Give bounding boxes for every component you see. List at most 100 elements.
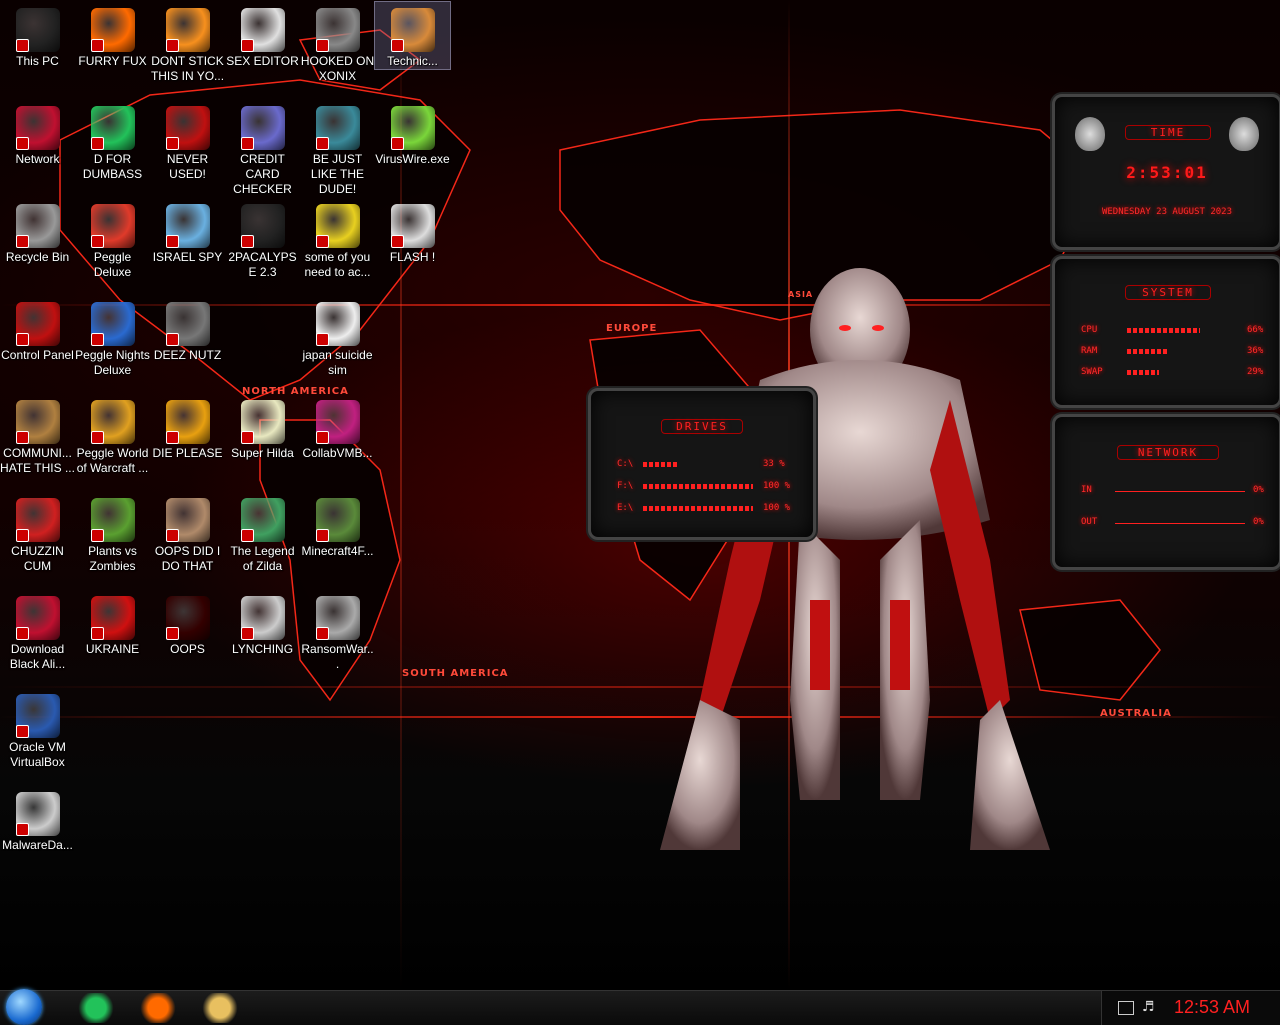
- dev-cpp-icon: [165, 106, 210, 150]
- desktop-icon[interactable]: HOOKED ON XONIX: [300, 2, 375, 84]
- desktop-icon[interactable]: Peggle Deluxe: [75, 198, 150, 280]
- desktop-icon-label: 2PACALYPSE 2.3: [228, 250, 297, 279]
- desktop-icon[interactable]: CREDIT CARD CHECKER: [225, 100, 300, 197]
- gadget-title: DRIVES: [661, 419, 743, 434]
- drive-usage-bar: [643, 484, 753, 489]
- flower-emblem-icon: [240, 596, 285, 640]
- desktop-icon-label: some of you need to ac...: [304, 250, 371, 279]
- desktop-icon-label: UKRAINE: [85, 642, 140, 656]
- desktop-icon[interactable]: UKRAINE: [75, 590, 150, 657]
- peggle-nights-icon: [90, 302, 135, 346]
- pixel-hero-icon: [240, 498, 285, 542]
- alien-network-icon: [15, 106, 60, 150]
- drive-usage-bar: [643, 462, 679, 467]
- desktop-icon-label: The Legend of Zilda: [230, 544, 295, 573]
- desktop-icon[interactable]: Oracle VM VirtualBox: [0, 688, 75, 770]
- desktop-icon[interactable]: LYNCHING: [225, 590, 300, 657]
- desktop-icon[interactable]: Super Hilda: [225, 394, 300, 461]
- desktop-icon[interactable]: 2PACALYPSE 2.3: [225, 198, 300, 280]
- shortcut-overlay-icon: [390, 137, 404, 150]
- desktop-icon[interactable]: CHUZZIN CUM: [0, 492, 75, 574]
- desktop-icon-label: HOOKED ON XONIX: [300, 54, 375, 83]
- pvz-icon: [90, 498, 135, 542]
- desktop-icon[interactable]: Download Black Ali...: [0, 590, 75, 672]
- desktop-icon[interactable]: CollabVMB...: [300, 394, 375, 461]
- peggle-wow-icon: [90, 400, 135, 444]
- shortcut-overlay-icon: [15, 431, 29, 444]
- system-metric-label: SWAP: [1081, 367, 1103, 377]
- taskbar-clock[interactable]: 12:53 AM: [1174, 997, 1250, 1018]
- network-gadget[interactable]: NETWORK IN 0% OUT 0%: [1052, 414, 1280, 570]
- shortcut-overlay-icon: [390, 235, 404, 248]
- desktop-icon-label: DIE PLEASE: [152, 446, 223, 460]
- network-tray-icon[interactable]: [1118, 1001, 1134, 1015]
- desktop-icon[interactable]: Network: [0, 100, 75, 167]
- desktop-icon[interactable]: FLASH !: [375, 198, 450, 265]
- desktop-icon[interactable]: Plants vs Zombies: [75, 492, 150, 574]
- desktop-icon[interactable]: OOPS DID I DO THAT: [150, 492, 225, 574]
- portrait-icon: [165, 498, 210, 542]
- desktop-icon[interactable]: Technic...: [374, 1, 451, 70]
- desktop-icon[interactable]: D FOR DUMBASS: [75, 100, 150, 182]
- volume-tray-icon[interactable]: ♬: [1142, 999, 1155, 1015]
- desktop-icon[interactable]: MalwareDa...: [0, 786, 75, 853]
- terminal-icon: [240, 204, 285, 248]
- desktop-icon-label: This PC: [16, 54, 59, 68]
- desktop-icon[interactable]: NEVER USED!: [150, 100, 225, 182]
- desktop-icon[interactable]: RansomWar...: [300, 590, 375, 672]
- desktop-icon-label: RansomWar...: [301, 642, 374, 671]
- desktop-icon[interactable]: Control Panel: [0, 296, 75, 363]
- desktop-icon[interactable]: japan suicide sim: [300, 296, 375, 378]
- desktop-icon-label: MalwareDa...: [2, 838, 73, 852]
- desktop-icon[interactable]: some of you need to ac...: [300, 198, 375, 280]
- shortcut-overlay-icon: [15, 333, 29, 346]
- desktop-icon[interactable]: This PC: [0, 2, 75, 69]
- chat-app-icon[interactable]: [76, 993, 116, 1023]
- shortcut-overlay-icon: [165, 235, 179, 248]
- drive-label: E:\: [617, 503, 634, 513]
- desktop-icon[interactable]: The Legend of Zilda: [225, 492, 300, 574]
- cartoon-dog-icon: [315, 204, 360, 248]
- system-gadget[interactable]: SYSTEM CPU 66% RAM 36% SWAP 29%: [1052, 256, 1280, 408]
- desktop-icon[interactable]: ISRAEL SPY: [150, 198, 225, 265]
- xonix-icon: [315, 8, 360, 52]
- shortcut-overlay-icon: [240, 529, 254, 542]
- firefox-icon[interactable]: [138, 993, 178, 1023]
- time-gadget[interactable]: TIME 2:53:01 WEDNESDAY 23 AUGUST 2023: [1052, 94, 1280, 250]
- desktop-icon[interactable]: OOPS: [150, 590, 225, 657]
- desktop-icon[interactable]: Peggle Nights Deluxe: [75, 296, 150, 378]
- desktop-icon-label: Peggle Deluxe: [93, 250, 132, 279]
- technic-user-icon: [390, 8, 435, 52]
- de-icon: [165, 400, 210, 444]
- shortcut-overlay-icon: [240, 431, 254, 444]
- drive-usage-value: 100 %: [763, 481, 791, 491]
- start-orb-button[interactable]: [6, 989, 42, 1025]
- file-explorer-icon[interactable]: [200, 993, 240, 1023]
- peggle-icon: [90, 204, 135, 248]
- desktop-icon[interactable]: DEEZ NUTZ: [150, 296, 225, 363]
- monitor-icon: [315, 400, 360, 444]
- desktop-icon-label: OOPS DID I DO THAT: [154, 544, 221, 573]
- vlc-cone-icon: [165, 8, 210, 52]
- desktop-icon[interactable]: Minecraft4F...: [300, 492, 375, 559]
- desktop-icon[interactable]: SEX EDITOR: [225, 2, 300, 69]
- desktop-icon[interactable]: Recycle Bin: [0, 198, 75, 265]
- desktop-icon[interactable]: FURRY FUX: [75, 2, 150, 69]
- drives-gadget[interactable]: DRIVES C:\ 33 % F:\ 100 % E:\ 100 %: [588, 388, 816, 540]
- desktop-icon[interactable]: BE JUST LIKE THE DUDE!: [300, 100, 375, 197]
- net-in-label: IN: [1081, 485, 1092, 495]
- desktop-icon[interactable]: DONT STICK THIS IN YO...: [150, 2, 225, 84]
- desktop-icon[interactable]: VirusWire.exe: [375, 100, 450, 167]
- desktop-icon-label: ISRAEL SPY: [152, 250, 223, 264]
- shortcut-overlay-icon: [15, 627, 29, 640]
- shortcut-overlay-icon: [90, 431, 104, 444]
- shortcut-overlay-icon: [90, 39, 104, 52]
- desktop-icon[interactable]: COMMUNI... HATE THIS ...: [0, 394, 75, 476]
- gadget-title: NETWORK: [1117, 445, 1219, 460]
- desktop-icon-label: LYNCHING: [231, 642, 294, 656]
- shortcut-overlay-icon: [15, 725, 29, 738]
- desktop-icon-label: D FOR DUMBASS: [82, 152, 143, 181]
- desktop-icon[interactable]: Peggle World of Warcraft ...: [75, 394, 150, 476]
- desktop-icon[interactable]: DIE PLEASE: [150, 394, 225, 461]
- radiation-icon: [90, 596, 135, 640]
